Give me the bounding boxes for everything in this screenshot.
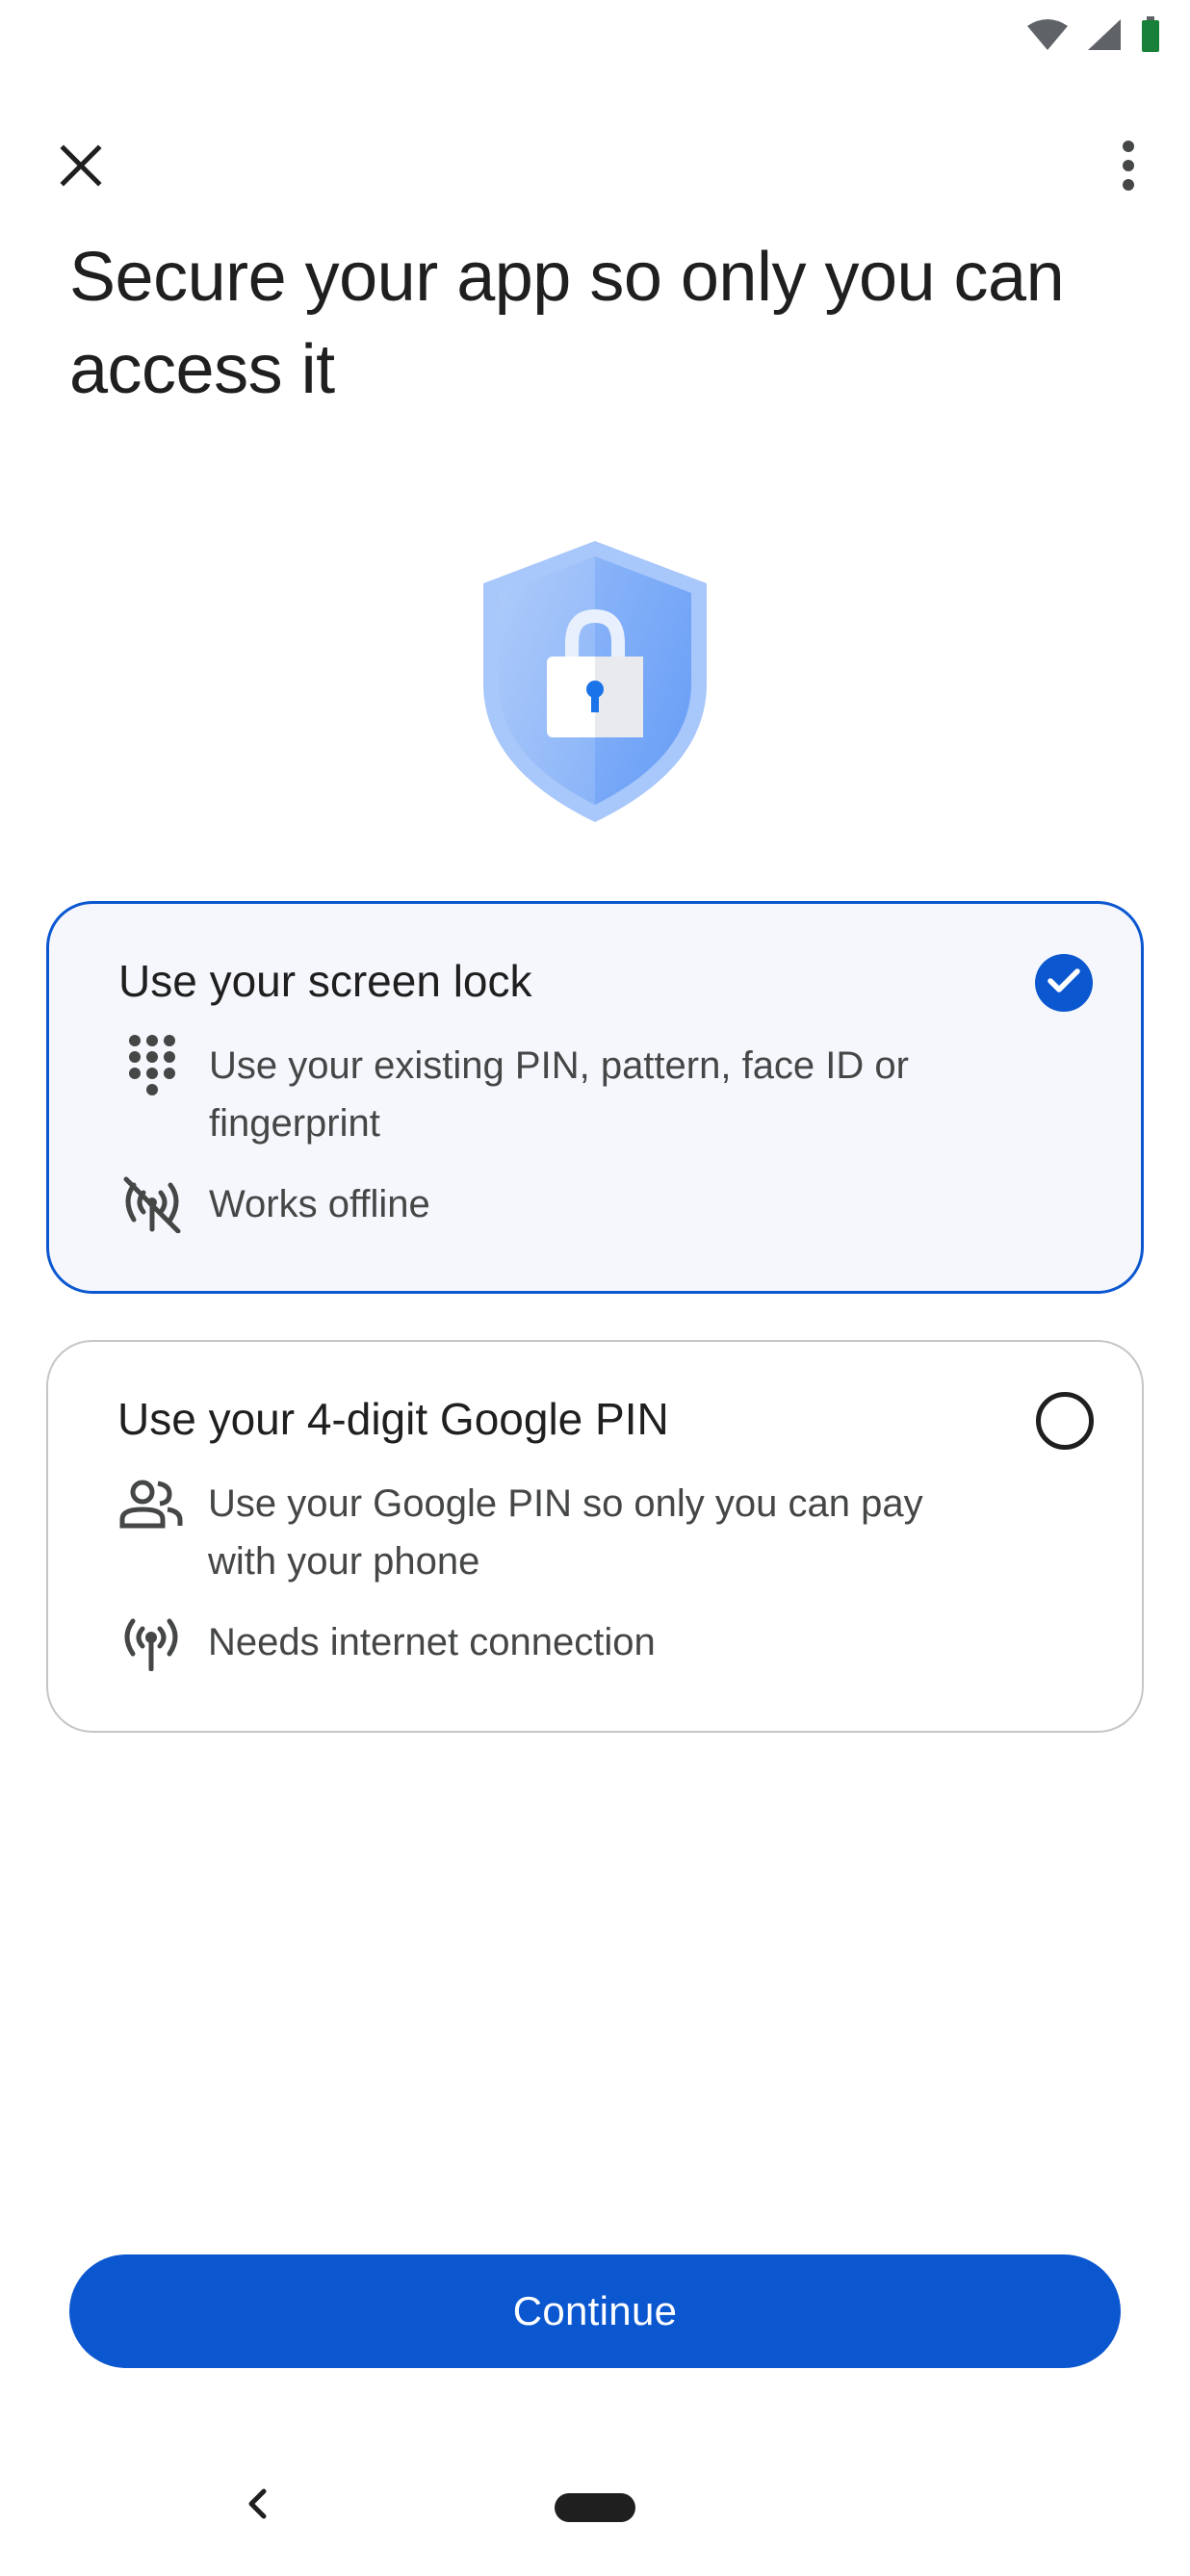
status-bar xyxy=(1026,13,1161,56)
feature-text: Use your Google PIN so only you can pay … xyxy=(208,1482,923,1583)
close-button[interactable] xyxy=(48,135,114,200)
feature-row: Use your existing PIN, pattern, face ID … xyxy=(118,1035,998,1152)
option-title: Use your 4-digit Google PIN xyxy=(117,1394,669,1444)
feature-row: Needs internet connection xyxy=(117,1613,997,1671)
feature-row: Works offline xyxy=(118,1175,998,1233)
battery-icon xyxy=(1140,16,1161,53)
option-card-google-pin[interactable]: Use your 4-digit Google PIN Use your Goo… xyxy=(46,1340,1144,1733)
nav-back-button[interactable] xyxy=(233,2482,281,2530)
chevron-left-icon xyxy=(246,2488,268,2524)
shield-lock-icon xyxy=(481,539,709,824)
antenna-icon xyxy=(117,1613,185,1671)
close-icon xyxy=(60,143,102,192)
radio-unselected[interactable] xyxy=(1036,1392,1094,1450)
more-vert-icon xyxy=(1122,140,1135,195)
more-options-button[interactable] xyxy=(1099,131,1157,204)
radio-selected[interactable] xyxy=(1035,954,1093,1012)
dialpad-icon xyxy=(118,1035,186,1095)
wifi-icon xyxy=(1026,18,1069,51)
option-card-screen-lock[interactable]: Use your screen lock Use your existing P… xyxy=(46,901,1144,1294)
people-icon xyxy=(117,1475,185,1533)
continue-button[interactable]: Continue xyxy=(69,2254,1121,2368)
option-title: Use your screen lock xyxy=(118,956,532,1006)
page-title: Secure your app so only you can access i… xyxy=(69,239,1065,408)
cellular-signal-icon xyxy=(1086,17,1123,52)
offline-signal-icon xyxy=(118,1175,186,1233)
feature-text: Works offline xyxy=(209,1183,430,1225)
feature-text: Use your existing PIN, pattern, face ID … xyxy=(209,1044,909,1145)
check-icon xyxy=(1048,967,1080,998)
feature-text: Needs internet connection xyxy=(208,1621,656,1663)
feature-row: Use your Google PIN so only you can pay … xyxy=(117,1475,997,1590)
screen: Secure your app so only you can access i… xyxy=(0,0,1190,2576)
nav-home-handle[interactable] xyxy=(555,2493,635,2522)
